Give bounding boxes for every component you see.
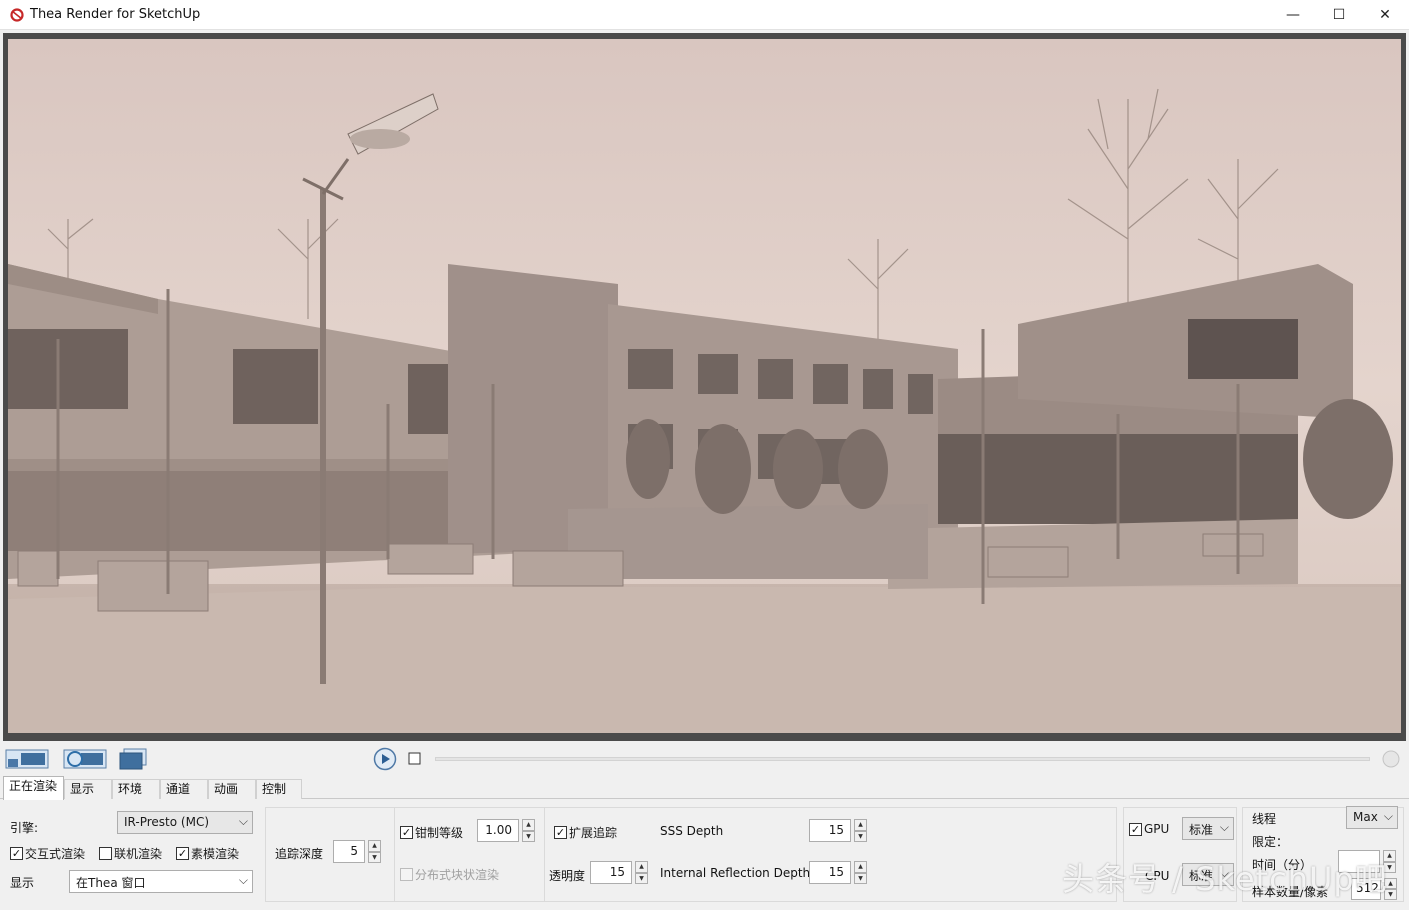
display-value: 在Thea 窗口 xyxy=(76,876,146,890)
spin-down-icon[interactable]: ▼ xyxy=(522,830,535,842)
threads-label: 线程 xyxy=(1252,812,1277,826)
separator xyxy=(544,807,545,902)
window-title: Thea Render for SketchUp xyxy=(30,7,201,22)
checkbox-checked-icon: ✓ xyxy=(176,847,189,860)
checkbox-unchecked-icon xyxy=(400,868,413,881)
threads-select[interactable]: Max ⌵ xyxy=(1346,806,1398,829)
tab-channels[interactable]: 通道 xyxy=(160,779,208,799)
clamp-level-input[interactable]: 1.00 xyxy=(477,819,519,842)
stop-icon[interactable] xyxy=(406,747,424,771)
tab-animation[interactable]: 动画 xyxy=(208,779,256,799)
checkbox-checked-icon: ✓ xyxy=(554,826,567,839)
spin-down-icon[interactable]: ▼ xyxy=(368,851,381,863)
checkbox-unchecked-icon xyxy=(99,847,112,860)
sss-depth-label: SSS Depth xyxy=(660,824,724,838)
interactive-render-checkbox[interactable]: ✓ 交互式渲染 xyxy=(10,845,85,862)
title-bar: Thea Render for SketchUp — ☐ ✕ xyxy=(0,0,1409,30)
transparency-stepper[interactable]: ▲ ▼ xyxy=(635,861,648,884)
checkbox-checked-icon: ✓ xyxy=(1129,822,1142,836)
interactive-render-label: 交互式渲染 xyxy=(25,847,86,861)
distributed-bucket-label: 分布式块状渲染 xyxy=(415,868,500,882)
play-icon[interactable] xyxy=(373,747,397,771)
display-label: 显示 xyxy=(10,876,35,890)
clamp-level-label: 钳制等级 xyxy=(415,826,464,840)
minimize-button[interactable]: — xyxy=(1270,0,1316,30)
render-preview-image xyxy=(8,39,1401,733)
clay-render-checkbox[interactable]: ✓ 素模渲染 xyxy=(176,845,239,862)
clamp-level-stepper[interactable]: ▲ ▼ xyxy=(522,819,535,842)
tab-console[interactable]: 控制台 xyxy=(256,779,302,815)
chevron-down-icon: ⌵ xyxy=(238,873,248,887)
spin-up-icon[interactable]: ▲ xyxy=(368,840,381,852)
refresh-render-icon[interactable] xyxy=(63,747,107,771)
spin-up-icon[interactable]: ▲ xyxy=(635,861,648,873)
separator xyxy=(394,807,395,902)
engine-select[interactable]: IR-Presto (MC) ⌵ xyxy=(117,811,253,834)
spin-down-icon[interactable]: ▼ xyxy=(854,872,867,884)
watermark: 头条号 / SketchUp吧 xyxy=(1062,860,1388,898)
spin-up-icon[interactable]: ▲ xyxy=(854,861,867,873)
spin-down-icon[interactable]: ▼ xyxy=(854,830,867,842)
internal-reflection-depth-stepper[interactable]: ▲ ▼ xyxy=(854,861,867,884)
tab-environment[interactable]: 环境 xyxy=(112,779,160,799)
extended-trace-label: 扩展追踪 xyxy=(569,826,618,840)
engine-value: IR-Presto (MC) xyxy=(124,815,210,829)
display-select[interactable]: 在Thea 窗口 ⌵ xyxy=(69,870,253,893)
sss-depth-stepper[interactable]: ▲ ▼ xyxy=(854,819,867,842)
checkbox-checked-icon: ✓ xyxy=(400,826,413,839)
transparency-input[interactable]: 15 xyxy=(590,861,632,884)
thea-logo-icon xyxy=(10,8,24,22)
transparency-label: 透明度 xyxy=(549,869,586,883)
gpu-mode-select[interactable]: 标准 ⌵ xyxy=(1182,817,1234,840)
internal-reflection-depth-label: Internal Reflection Depth xyxy=(660,866,811,880)
trace-depth-stepper[interactable]: ▲ ▼ xyxy=(368,840,381,863)
limit-label: 限定： xyxy=(1252,835,1289,849)
chevron-down-icon: ⌵ xyxy=(238,814,248,828)
trace-settings-group xyxy=(265,807,1117,902)
chevron-down-icon: ⌵ xyxy=(1383,809,1393,823)
progress-end-icon xyxy=(1382,750,1400,768)
save-image-icon[interactable] xyxy=(5,747,49,771)
engine-label: 引擎: xyxy=(10,821,39,835)
copy-window-icon[interactable] xyxy=(118,747,148,771)
sss-depth-input[interactable]: 15 xyxy=(809,819,851,842)
render-progress-bar xyxy=(435,757,1370,761)
clay-render-label: 素模渲染 xyxy=(191,847,240,861)
threads-value: Max xyxy=(1353,810,1378,824)
network-render-checkbox[interactable]: 联机渲染 xyxy=(99,845,162,862)
gpu-label: GPU xyxy=(1144,822,1170,836)
tab-display[interactable]: 显示 xyxy=(64,779,112,799)
network-render-label: 联机渲染 xyxy=(114,847,163,861)
tab-rendering[interactable]: 正在渲染 xyxy=(3,776,64,800)
gpu-checkbox[interactable]: ✓ GPU xyxy=(1129,822,1169,836)
internal-reflection-depth-input[interactable]: 15 xyxy=(809,861,851,884)
trace-depth-label: 追踪深度 xyxy=(275,847,324,861)
clamp-level-checkbox[interactable]: ✓ 钳制等级 xyxy=(400,824,463,841)
spin-up-icon[interactable]: ▲ xyxy=(522,819,535,831)
settings-tabs: 正在渲染 显示 环境 通道 动画 控制台 xyxy=(0,776,1409,815)
distributed-bucket-checkbox[interactable]: 分布式块状渲染 xyxy=(400,866,499,883)
gpu-mode-value: 标准 xyxy=(1189,823,1214,837)
close-button[interactable]: ✕ xyxy=(1362,0,1408,30)
maximize-button[interactable]: ☐ xyxy=(1316,0,1362,30)
checkbox-checked-icon: ✓ xyxy=(10,847,23,860)
trace-depth-input[interactable]: 5 xyxy=(333,840,365,863)
chevron-down-icon: ⌵ xyxy=(1219,820,1229,834)
extended-trace-checkbox[interactable]: ✓ 扩展追踪 xyxy=(554,824,617,841)
render-viewport xyxy=(3,33,1406,741)
spin-up-icon[interactable]: ▲ xyxy=(854,819,867,831)
spin-down-icon[interactable]: ▼ xyxy=(635,872,648,884)
